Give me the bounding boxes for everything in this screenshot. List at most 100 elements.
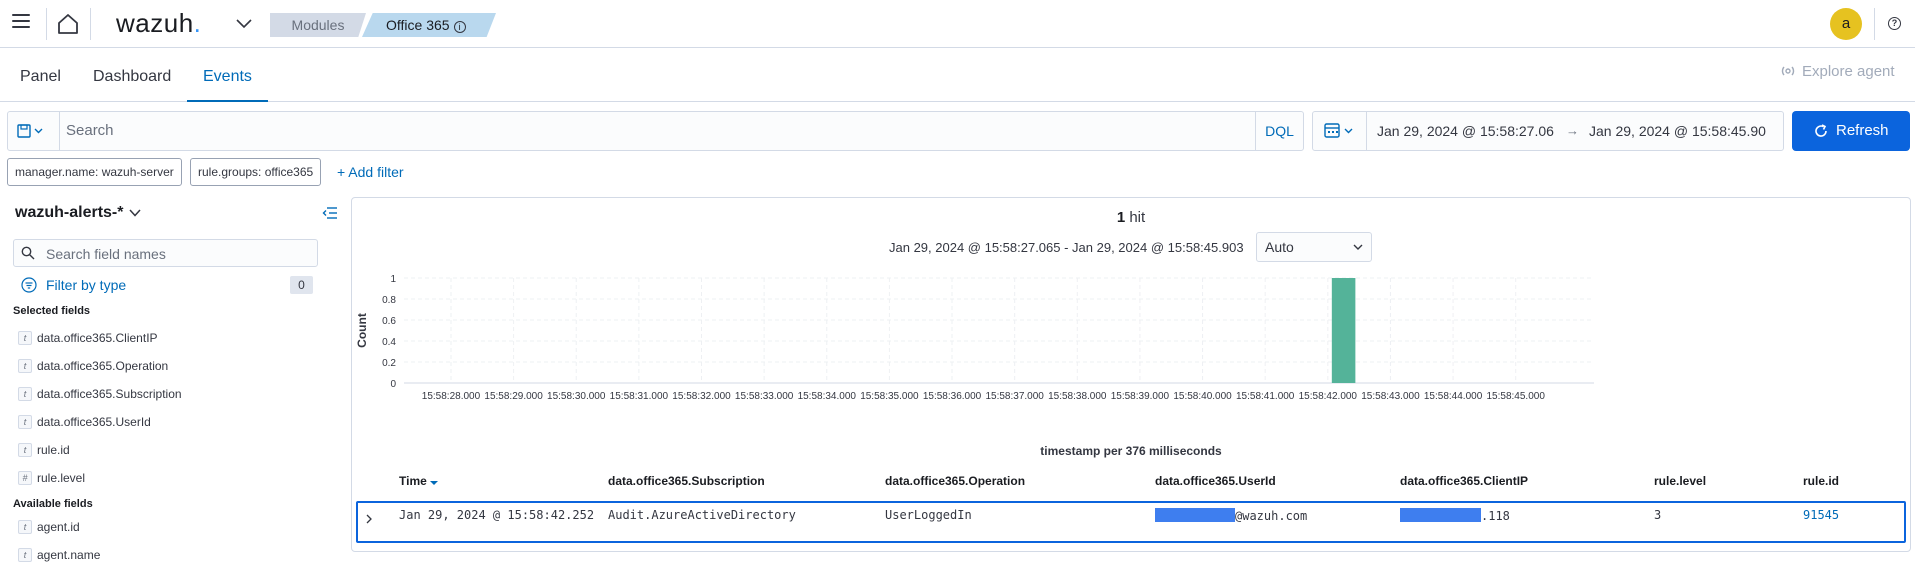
breadcrumb-office365[interactable]: Office 365 i (362, 13, 496, 37)
user-avatar[interactable]: a (1830, 8, 1862, 40)
quick-select-button[interactable] (1313, 112, 1367, 150)
cell-time: Jan 29, 2024 @ 15:58:42.252 (399, 508, 595, 522)
field-item[interactable]: # rule.level (18, 469, 85, 487)
hit-number: 1 (1116, 209, 1126, 226)
explore-agent-button[interactable]: Explore agent (1780, 63, 1895, 80)
field-item[interactable]: t agent.name (18, 546, 100, 564)
filter-by-type-label: Filter by type (46, 277, 127, 293)
divider (1874, 8, 1875, 40)
column-header-clientip[interactable]: data.office365.ClientIP (1400, 474, 1528, 488)
interval-select[interactable]: Auto (1256, 232, 1372, 262)
filter-count-badge: 0 (290, 276, 313, 294)
y-tick-label: 0.8 (382, 295, 396, 306)
filter-pill-manager[interactable]: manager.name: wazuh-server (7, 158, 182, 186)
x-tick-label: 15:58:42.000 (1299, 391, 1358, 402)
cell-userid: @wazuh.com (1155, 508, 1307, 523)
filter-pill-rule-groups[interactable]: rule.groups: office365 (190, 158, 322, 186)
cell-rule-level: 3 (1654, 508, 1662, 522)
cell-rule-id[interactable]: 91545 (1803, 508, 1839, 522)
hit-count: 1 hit (352, 209, 1910, 226)
tab-events[interactable]: Events (187, 48, 268, 102)
collapse-sidebar-icon[interactable] (322, 206, 338, 220)
chevron-down-icon[interactable] (128, 206, 142, 220)
chevron-down-icon[interactable] (235, 14, 253, 32)
field-item[interactable]: t rule.id (18, 441, 70, 459)
x-tick-label: 15:58:33.000 (735, 391, 794, 402)
end-date[interactable]: Jan 29, 2024 @ 15:58:45.90 (1589, 123, 1766, 139)
tab-panel[interactable]: Panel (20, 48, 61, 102)
x-tick-label: 15:58:40.000 (1173, 391, 1232, 402)
field-name: rule.id (37, 443, 70, 457)
column-header-userid[interactable]: data.office365.UserId (1155, 474, 1276, 488)
info-icon: i (453, 21, 466, 33)
field-item[interactable]: t data.office365.ClientIP (18, 329, 158, 347)
breadcrumb-modules[interactable]: Modules (270, 13, 366, 37)
column-header-operation[interactable]: data.office365.Operation (885, 474, 1025, 488)
column-header-rule-level[interactable]: rule.level (1654, 474, 1706, 488)
redacted-block (1400, 508, 1481, 522)
string-type-icon: t (18, 359, 32, 373)
field-name: data.office365.Operation (37, 359, 169, 373)
y-tick-label: 0.6 (382, 316, 396, 327)
divider (90, 8, 91, 40)
x-tick-label: 15:58:29.000 (484, 391, 543, 402)
divider (46, 8, 47, 40)
wazuh-logo[interactable]: wazuh. (116, 8, 201, 39)
x-tick-label: 15:58:31.000 (610, 391, 669, 402)
save-icon (17, 124, 43, 138)
field-item[interactable]: t agent.id (18, 518, 80, 536)
cell-operation: UserLoggedIn (885, 508, 972, 522)
field-item[interactable]: t data.office365.Subscription (18, 385, 182, 403)
x-tick-label: 15:58:39.000 (1111, 391, 1170, 402)
search-input[interactable]: Search (66, 122, 114, 139)
redacted-block (1155, 508, 1235, 522)
chevron-right-icon[interactable] (364, 514, 374, 524)
number-type-icon: # (18, 471, 32, 485)
histogram-chart: Count 0 0.2 0.4 0.6 0.8 1 15:58:28.000 15:58:29.… (355, 274, 1594, 402)
top-header: wazuh. Modules Office 365 i a ? (0, 0, 1915, 48)
query-language-button[interactable]: DQL (1255, 112, 1303, 150)
results-time-range: Jan 29, 2024 @ 15:58:27.065 - Jan 29, 20… (889, 240, 1244, 255)
field-name: data.office365.UserId (37, 415, 151, 429)
histogram-bar (1331, 278, 1356, 383)
string-type-icon: t (18, 443, 32, 457)
x-tick-label: 15:58:36.000 (923, 391, 982, 402)
available-fields-title: Available fields (13, 498, 93, 510)
field-item[interactable]: t data.office365.UserId (18, 413, 151, 431)
menu-icon[interactable] (12, 14, 30, 30)
column-header-time[interactable]: Time (399, 474, 439, 488)
start-date[interactable]: Jan 29, 2024 @ 15:58:27.06 (1377, 123, 1554, 139)
y-tick-label: 1 (390, 274, 396, 285)
x-axis-label: timestamp per 376 milliseconds (1040, 444, 1222, 458)
date-picker: Jan 29, 2024 @ 15:58:27.06 → Jan 29, 202… (1312, 111, 1784, 151)
field-name: data.office365.ClientIP (37, 331, 158, 345)
string-type-icon: t (18, 520, 32, 534)
saved-queries-button[interactable] (8, 112, 60, 150)
add-filter-button[interactable]: + Add filter (337, 164, 404, 180)
x-tick-label: 15:58:28.000 (422, 391, 481, 402)
chevron-down-icon (1353, 244, 1363, 250)
help-icon[interactable]: ? (1888, 17, 1901, 30)
tab-dashboard[interactable]: Dashboard (93, 48, 171, 102)
y-axis-label: Count (355, 313, 369, 348)
index-pattern-selector[interactable]: wazuh-alerts-* (15, 204, 123, 222)
field-search-input[interactable]: Search field names (13, 239, 318, 267)
search-icon (21, 246, 35, 260)
interval-value: Auto (1265, 239, 1294, 255)
field-item[interactable]: t data.office365.Operation (18, 357, 168, 375)
x-tick-label: 15:58:37.000 (985, 391, 1044, 402)
string-type-icon: t (18, 387, 32, 401)
selected-fields-title: Selected fields (13, 305, 91, 317)
refresh-button[interactable]: Refresh (1792, 111, 1910, 151)
column-header-rule-id[interactable]: rule.id (1803, 474, 1839, 488)
filter-icon (21, 277, 37, 293)
x-tick-label: 15:58:41.000 (1236, 391, 1295, 402)
column-header-subscription[interactable]: data.office365.Subscription (608, 474, 765, 488)
cell-subscription: Audit.AzureActiveDirectory (608, 508, 796, 522)
string-type-icon: t (18, 331, 32, 345)
arrow-right-icon: → (1566, 123, 1579, 138)
field-name: agent.id (37, 520, 80, 534)
home-icon[interactable] (56, 12, 80, 36)
clientip-suffix: .118 (1481, 509, 1510, 523)
explore-agent-label: Explore agent (1802, 63, 1895, 80)
